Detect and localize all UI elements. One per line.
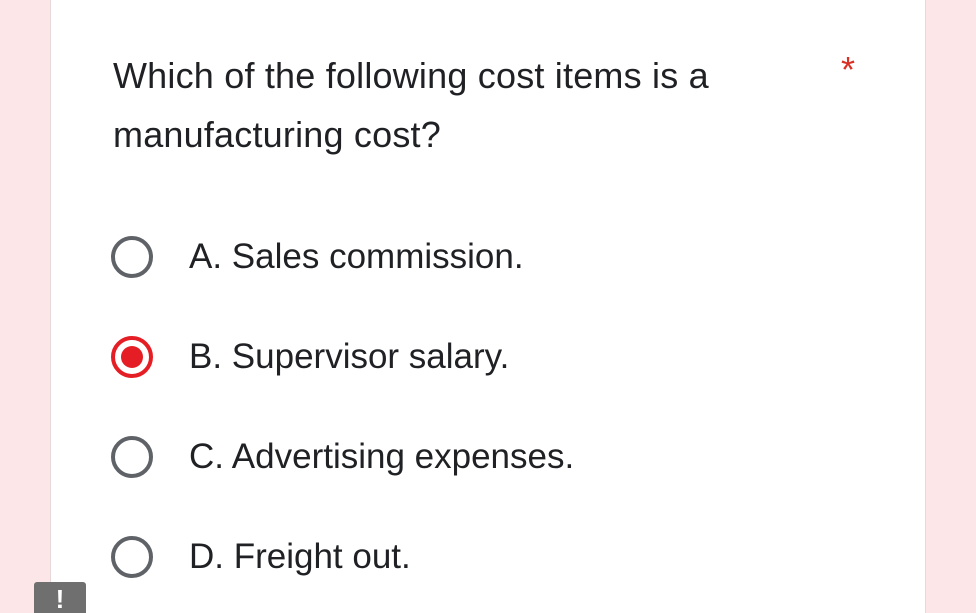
question-card: Which of the following cost items is a m…	[50, 0, 926, 613]
option-a[interactable]: A. Sales commission.	[111, 227, 811, 287]
option-a-label: A. Sales commission.	[189, 237, 524, 276]
option-d-label: D. Freight out.	[189, 537, 411, 576]
option-c[interactable]: C. Advertising expenses.	[111, 427, 811, 487]
radio-a[interactable]	[111, 236, 153, 278]
option-d[interactable]: D. Freight out.	[111, 527, 811, 587]
question-text: Which of the following cost items is a m…	[113, 55, 709, 155]
alert-icon[interactable]: !	[34, 582, 86, 613]
option-c-label: C. Advertising expenses.	[189, 437, 575, 476]
option-b[interactable]: B. Supervisor salary.	[111, 327, 811, 387]
page: Which of the following cost items is a m…	[0, 0, 976, 613]
option-b-label: B. Supervisor salary.	[189, 337, 510, 376]
radio-b[interactable]	[111, 336, 153, 378]
radio-d[interactable]	[111, 536, 153, 578]
required-asterisk: *	[841, 49, 856, 90]
radio-c[interactable]	[111, 436, 153, 478]
